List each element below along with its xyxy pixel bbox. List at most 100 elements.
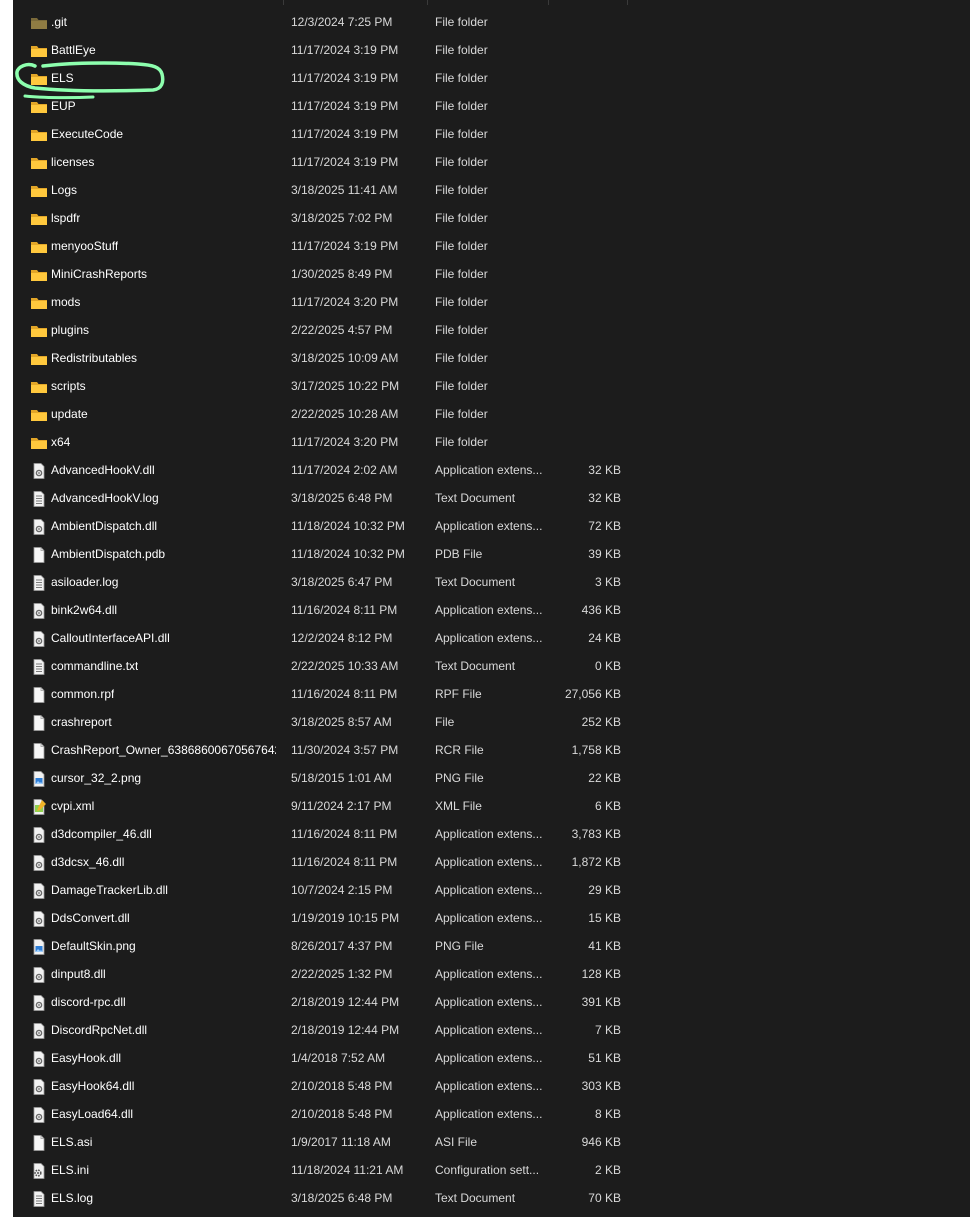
file-row[interactable]: ELS.ini 11/18/2024 11:21 AM Configuration … xyxy=(13,1156,653,1184)
file-date-modified: 11/17/2024 3:19 PM xyxy=(291,127,399,141)
file-type: File folder xyxy=(435,183,488,197)
column-divider[interactable] xyxy=(627,0,628,5)
file-row[interactable]: .git 12/3/2024 7:25 PM File folder xyxy=(13,8,653,36)
file-row[interactable]: CrashReport_Owner_63868600670567642... 11… xyxy=(13,736,653,764)
file-name: AmbientDispatch.pdb xyxy=(51,547,166,561)
column-divider[interactable] xyxy=(427,0,428,5)
file-type: File folder xyxy=(435,435,488,449)
file-type: Text Document xyxy=(435,491,516,505)
file-date-modified: 9/11/2024 2:17 PM xyxy=(291,799,392,813)
dll-file-icon xyxy=(30,603,48,619)
file-row[interactable]: DiscordRpcNet.dll 2/18/2019 12:44 PM Appli… xyxy=(13,1016,653,1044)
file-date-modified: 2/22/2025 10:28 AM xyxy=(291,407,399,421)
file-row[interactable]: x64 11/17/2024 3:20 PM File folder xyxy=(13,428,653,456)
file-date-modified: 2/10/2018 5:48 PM xyxy=(291,1079,393,1093)
file-name: mods xyxy=(51,295,81,309)
file-row[interactable]: commandline.txt 2/22/2025 10:33 AM Text Do… xyxy=(13,652,653,680)
column-divider[interactable] xyxy=(548,0,549,5)
dll-file-icon xyxy=(30,519,48,535)
file-size: 6 KB xyxy=(594,799,621,813)
file-date-modified: 2/10/2018 5:48 PM xyxy=(291,1107,393,1121)
file-row[interactable]: d3dcsx_46.dll 11/16/2024 8:11 PM Applicati… xyxy=(13,848,653,876)
file-type: File folder xyxy=(435,43,488,57)
file-row[interactable]: asiloader.log 3/18/2025 6:47 PM Text Docum… xyxy=(13,568,653,596)
file-type: RCR File xyxy=(435,743,484,757)
file-type: Configuration sett... xyxy=(435,1163,540,1177)
file-row[interactable]: licenses 11/17/2024 3:19 PM File folder xyxy=(13,148,653,176)
file-explorer-details-view: .git 12/3/2024 7:25 PM File folder BattlEye… xyxy=(13,0,970,1217)
image-file-icon xyxy=(30,771,48,787)
file-row[interactable]: crashreport 3/18/2025 8:57 AM File 252 KB xyxy=(13,708,653,736)
file-row[interactable]: d3dcompiler_46.dll 11/16/2024 8:11 PM Appl… xyxy=(13,820,653,848)
file-size: 391 KB xyxy=(581,995,621,1009)
file-name: x64 xyxy=(51,435,71,449)
dll-file-icon xyxy=(30,1051,48,1067)
config-file-icon xyxy=(30,1163,48,1179)
file-row[interactable]: MiniCrashReports 1/30/2025 8:49 PM File fo… xyxy=(13,260,653,288)
file-row[interactable]: EasyLoad64.dll 2/10/2018 5:48 PM Applicati… xyxy=(13,1100,653,1128)
column-divider[interactable] xyxy=(283,0,284,5)
file-row[interactable]: common.rpf 11/16/2024 8:11 PM RPF File 27,0… xyxy=(13,680,653,708)
file-type: File folder xyxy=(435,211,488,225)
file-row[interactable]: AmbientDispatch.dll 11/18/2024 10:32 PM Ap… xyxy=(13,512,653,540)
file-date-modified: 11/18/2024 11:21 AM xyxy=(291,1163,404,1177)
file-row[interactable]: cursor_32_2.png 5/18/2015 1:01 AM PNG File… xyxy=(13,764,653,792)
file-type: Application extens... xyxy=(435,603,543,617)
file-row[interactable]: Redistributables 3/18/2025 10:09 AM File f… xyxy=(13,344,653,372)
text-file-icon xyxy=(30,659,48,675)
file-row[interactable]: ELS.log 3/18/2025 6:48 PM Text Document 70 … xyxy=(13,1184,653,1212)
file-name: ELS.ini xyxy=(51,1163,90,1177)
file-name: lspdfr xyxy=(51,211,81,225)
file-row[interactable]: DefaultSkin.png 8/26/2017 4:37 PM PNG File… xyxy=(13,932,653,960)
file-row[interactable]: dinput8.dll 2/22/2025 1:32 PM Application … xyxy=(13,960,653,988)
file-size: 946 KB xyxy=(581,1135,621,1149)
file-row[interactable]: mods 11/17/2024 3:20 PM File folder xyxy=(13,288,653,316)
file-row[interactable]: ELS 11/17/2024 3:19 PM File folder xyxy=(13,64,653,92)
file-row[interactable]: update 2/22/2025 10:28 AM File folder xyxy=(13,400,653,428)
file-row[interactable]: ELS.asi 1/9/2017 11:18 AM ASI File 946 KB xyxy=(13,1128,653,1156)
file-name: plugins xyxy=(51,323,90,337)
file-row[interactable]: lspdfr 3/18/2025 7:02 PM File folder xyxy=(13,204,653,232)
file-row[interactable]: bink2w64.dll 11/16/2024 8:11 PM Applicatio… xyxy=(13,596,653,624)
file-row[interactable]: AmbientDispatch.pdb 11/18/2024 10:32 PM PD… xyxy=(13,540,653,568)
file-row[interactable]: plugins 2/22/2025 4:57 PM File folder xyxy=(13,316,653,344)
file-row[interactable]: EasyHook64.dll 2/10/2018 5:48 PM Applicati… xyxy=(13,1072,653,1100)
file-date-modified: 11/17/2024 3:19 PM xyxy=(291,71,399,85)
file-row[interactable]: cvpi.xml 9/11/2024 2:17 PM XML File 6 KB xyxy=(13,792,653,820)
file-type: Application extens... xyxy=(435,911,543,925)
file-row[interactable]: AdvancedHookV.dll 11/17/2024 2:02 AM Appli… xyxy=(13,456,653,484)
file-date-modified: 3/18/2025 8:57 AM xyxy=(291,715,392,729)
file-row[interactable]: ExecuteCode 11/17/2024 3:19 PM File folder xyxy=(13,120,653,148)
file-size: 70 KB xyxy=(588,1191,621,1205)
file-row[interactable]: Logs 3/18/2025 11:41 AM File folder xyxy=(13,176,653,204)
file-row[interactable]: DamageTrackerLib.dll 10/7/2024 2:15 PM App… xyxy=(13,876,653,904)
file-row[interactable]: EUP 11/17/2024 3:19 PM File folder xyxy=(13,92,653,120)
dll-file-icon xyxy=(30,827,48,843)
file-row[interactable]: scripts 3/17/2025 10:22 PM File folder xyxy=(13,372,653,400)
file-row[interactable]: AdvancedHookV.log 3/18/2025 6:48 PM Text D… xyxy=(13,484,653,512)
file-date-modified: 2/18/2019 12:44 PM xyxy=(291,995,400,1009)
file-size: 2 KB xyxy=(594,1163,621,1177)
file-name: CrashReport_Owner_63868600670567642... xyxy=(51,743,276,757)
file-size: 252 KB xyxy=(581,715,621,729)
file-row[interactable]: menyooStuff 11/17/2024 3:19 PM File folder xyxy=(13,232,653,260)
file-type: PNG File xyxy=(435,939,484,953)
file-row[interactable]: CalloutInterfaceAPI.dll 12/2/2024 8:12 PM… xyxy=(13,624,653,652)
file-type: File folder xyxy=(435,379,488,393)
dll-file-icon xyxy=(30,1107,48,1123)
xml-file-icon xyxy=(30,799,48,815)
file-type: Application extens... xyxy=(435,995,543,1009)
file-type: Text Document xyxy=(435,1191,516,1205)
file-date-modified: 11/17/2024 3:19 PM xyxy=(291,239,399,253)
blank-file-icon xyxy=(30,1135,48,1151)
file-name: Logs xyxy=(51,183,78,197)
file-row[interactable]: DdsConvert.dll 1/19/2019 10:15 PM Applicat… xyxy=(13,904,653,932)
file-row[interactable]: BattlEye 11/17/2024 3:19 PM File folder xyxy=(13,36,653,64)
file-row[interactable]: discord-rpc.dll 2/18/2019 12:44 PM Applica… xyxy=(13,988,653,1016)
file-name: menyooStuff xyxy=(51,239,119,253)
file-name: ELS xyxy=(51,71,74,85)
file-row[interactable]: EasyHook.dll 1/4/2018 7:52 AM Application … xyxy=(13,1044,653,1072)
file-name: crashreport xyxy=(51,715,112,729)
file-name: Redistributables xyxy=(51,351,138,365)
folder-icon xyxy=(30,127,48,143)
